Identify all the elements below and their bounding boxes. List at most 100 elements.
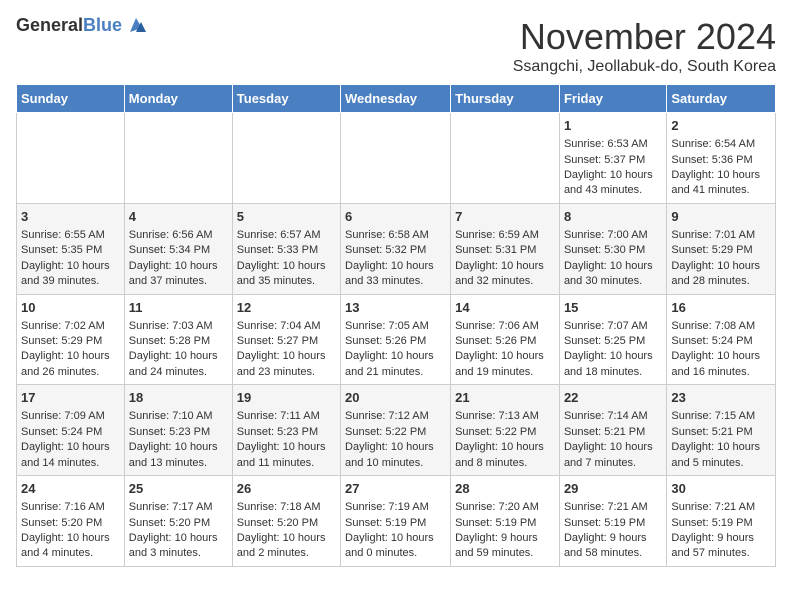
day-info: Daylight: 10 hours and 33 minutes. bbox=[345, 259, 446, 290]
day-info: Sunset: 5:19 PM bbox=[564, 516, 662, 531]
day-info: Daylight: 10 hours and 14 minutes. bbox=[21, 440, 120, 471]
page-title: November 2024 bbox=[513, 16, 776, 58]
day-info: Daylight: 10 hours and 30 minutes. bbox=[564, 259, 662, 290]
calendar-cell: 13Sunrise: 7:05 AMSunset: 5:26 PMDayligh… bbox=[341, 294, 451, 385]
day-info: Daylight: 10 hours and 39 minutes. bbox=[21, 259, 120, 290]
day-info: Daylight: 10 hours and 24 minutes. bbox=[129, 349, 228, 380]
calendar-cell: 14Sunrise: 7:06 AMSunset: 5:26 PMDayligh… bbox=[451, 294, 560, 385]
header-cell-sunday: Sunday bbox=[17, 85, 125, 113]
day-info: Sunrise: 7:18 AM bbox=[237, 500, 336, 515]
day-info: Sunset: 5:23 PM bbox=[129, 425, 228, 440]
calendar-week-5: 24Sunrise: 7:16 AMSunset: 5:20 PMDayligh… bbox=[17, 476, 776, 567]
day-number: 5 bbox=[237, 208, 336, 226]
day-info: Daylight: 9 hours and 59 minutes. bbox=[455, 531, 555, 562]
calendar-cell: 2Sunrise: 6:54 AMSunset: 5:36 PMDaylight… bbox=[667, 113, 776, 204]
calendar-cell bbox=[124, 113, 232, 204]
page-subtitle: Ssangchi, Jeollabuk-do, South Korea bbox=[513, 58, 776, 76]
day-info: Daylight: 10 hours and 43 minutes. bbox=[564, 168, 662, 199]
day-info: Sunset: 5:25 PM bbox=[564, 334, 662, 349]
day-info: Sunrise: 6:53 AM bbox=[564, 137, 662, 152]
day-info: Daylight: 10 hours and 16 minutes. bbox=[671, 349, 771, 380]
day-number: 15 bbox=[564, 299, 662, 317]
calendar-cell: 16Sunrise: 7:08 AMSunset: 5:24 PMDayligh… bbox=[667, 294, 776, 385]
calendar-cell: 11 Sunrise: 7:03 AMSunset: 5:28 PMDayligh… bbox=[124, 294, 232, 385]
day-info: Sunrise: 7:02 AM bbox=[21, 319, 120, 334]
day-info: Sunset: 5:30 PM bbox=[564, 243, 662, 258]
day-number: 26 bbox=[237, 480, 336, 498]
day-info: Sunrise: 7:20 AM bbox=[455, 500, 555, 515]
calendar-cell bbox=[17, 113, 125, 204]
logo: GeneralBlue bbox=[16, 16, 146, 36]
calendar-cell: 5Sunrise: 6:57 AMSunset: 5:33 PMDaylight… bbox=[232, 203, 340, 294]
day-number: 27 bbox=[345, 480, 446, 498]
calendar-cell bbox=[451, 113, 560, 204]
day-info: Sunrise: 7:03 AM bbox=[129, 319, 228, 334]
page-header: GeneralBlue November 2024 Ssangchi, Jeol… bbox=[16, 16, 776, 76]
calendar-cell: 30Sunrise: 7:21 AMSunset: 5:19 PMDayligh… bbox=[667, 476, 776, 567]
day-info: Daylight: 9 hours and 58 minutes. bbox=[564, 531, 662, 562]
day-number: 1 bbox=[564, 117, 662, 135]
day-info: Sunset: 5:33 PM bbox=[237, 243, 336, 258]
day-info: Daylight: 10 hours and 32 minutes. bbox=[455, 259, 555, 290]
day-info: Sunrise: 7:15 AM bbox=[671, 409, 771, 424]
day-info: Sunrise: 7:09 AM bbox=[21, 409, 120, 424]
day-info: Sunrise: 7:00 AM bbox=[564, 228, 662, 243]
calendar-cell: 7Sunrise: 6:59 AMSunset: 5:31 PMDaylight… bbox=[451, 203, 560, 294]
day-info: Sunset: 5:28 PM bbox=[129, 334, 228, 349]
day-info: Sunrise: 7:14 AM bbox=[564, 409, 662, 424]
day-info: Sunset: 5:26 PM bbox=[345, 334, 446, 349]
header-cell-friday: Friday bbox=[559, 85, 666, 113]
day-info: Sunset: 5:22 PM bbox=[455, 425, 555, 440]
day-number: 13 bbox=[345, 299, 446, 317]
day-info: Sunrise: 7:06 AM bbox=[455, 319, 555, 334]
calendar-cell: 29Sunrise: 7:21 AMSunset: 5:19 PMDayligh… bbox=[559, 476, 666, 567]
calendar-cell: 12Sunrise: 7:04 AMSunset: 5:27 PMDayligh… bbox=[232, 294, 340, 385]
day-info: Daylight: 9 hours and 57 minutes. bbox=[671, 531, 771, 562]
day-info: Sunset: 5:37 PM bbox=[564, 153, 662, 168]
day-info: Sunset: 5:21 PM bbox=[671, 425, 771, 440]
day-info: Sunset: 5:35 PM bbox=[21, 243, 120, 258]
day-info: Daylight: 10 hours and 19 minutes. bbox=[455, 349, 555, 380]
calendar-header: SundayMondayTuesdayWednesdayThursdayFrid… bbox=[17, 85, 776, 113]
header-cell-tuesday: Tuesday bbox=[232, 85, 340, 113]
day-info: Sunset: 5:31 PM bbox=[455, 243, 555, 258]
day-number: 25 bbox=[129, 480, 228, 498]
day-info: Sunrise: 7:07 AM bbox=[564, 319, 662, 334]
calendar-cell: 20Sunrise: 7:12 AMSunset: 5:22 PMDayligh… bbox=[341, 385, 451, 476]
calendar-cell: 15Sunrise: 7:07 AMSunset: 5:25 PMDayligh… bbox=[559, 294, 666, 385]
calendar-cell: 27Sunrise: 7:19 AMSunset: 5:19 PMDayligh… bbox=[341, 476, 451, 567]
day-info: Sunrise: 7:12 AM bbox=[345, 409, 446, 424]
day-number: 24 bbox=[21, 480, 120, 498]
day-number: 11 bbox=[129, 299, 228, 317]
day-info: Daylight: 10 hours and 28 minutes. bbox=[671, 259, 771, 290]
day-info: Sunrise: 6:56 AM bbox=[129, 228, 228, 243]
day-number: 3 bbox=[21, 208, 120, 226]
day-info: Sunset: 5:32 PM bbox=[345, 243, 446, 258]
calendar-week-3: 10Sunrise: 7:02 AMSunset: 5:29 PMDayligh… bbox=[17, 294, 776, 385]
calendar-cell: 22Sunrise: 7:14 AMSunset: 5:21 PMDayligh… bbox=[559, 385, 666, 476]
calendar-cell: 19Sunrise: 7:11 AMSunset: 5:23 PMDayligh… bbox=[232, 385, 340, 476]
day-info: Daylight: 10 hours and 4 minutes. bbox=[21, 531, 120, 562]
day-info: Sunrise: 6:57 AM bbox=[237, 228, 336, 243]
day-info: Daylight: 10 hours and 11 minutes. bbox=[237, 440, 336, 471]
day-info: Daylight: 10 hours and 0 minutes. bbox=[345, 531, 446, 562]
day-info: Daylight: 10 hours and 5 minutes. bbox=[671, 440, 771, 471]
day-number: 14 bbox=[455, 299, 555, 317]
day-info: Sunrise: 7:13 AM bbox=[455, 409, 555, 424]
day-number: 20 bbox=[345, 389, 446, 407]
day-info: Sunset: 5:23 PM bbox=[237, 425, 336, 440]
day-info: Daylight: 10 hours and 26 minutes. bbox=[21, 349, 120, 380]
day-number: 12 bbox=[237, 299, 336, 317]
title-area: November 2024 Ssangchi, Jeollabuk-do, So… bbox=[513, 16, 776, 76]
day-info: Sunrise: 6:54 AM bbox=[671, 137, 771, 152]
day-number: 28 bbox=[455, 480, 555, 498]
calendar-cell bbox=[232, 113, 340, 204]
calendar-cell: 28Sunrise: 7:20 AMSunset: 5:19 PMDayligh… bbox=[451, 476, 560, 567]
day-number: 19 bbox=[237, 389, 336, 407]
calendar-cell: 1 Sunrise: 6:53 AMSunset: 5:37 PMDaylight… bbox=[559, 113, 666, 204]
calendar-cell: 23Sunrise: 7:15 AMSunset: 5:21 PMDayligh… bbox=[667, 385, 776, 476]
calendar-table: SundayMondayTuesdayWednesdayThursdayFrid… bbox=[16, 84, 776, 567]
day-info: Sunrise: 7:19 AM bbox=[345, 500, 446, 515]
day-info: Sunrise: 7:04 AM bbox=[237, 319, 336, 334]
day-number: 10 bbox=[21, 299, 120, 317]
